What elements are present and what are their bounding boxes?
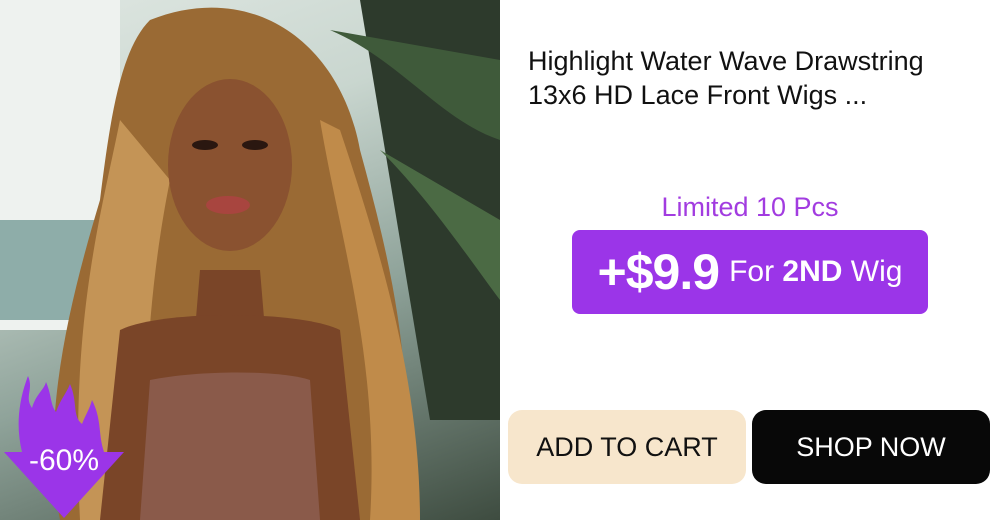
product-photo[interactable]: -60% xyxy=(0,0,500,520)
product-title-line-1: Highlight Water Wave Drawstring xyxy=(528,46,924,76)
discount-badge: -60% xyxy=(0,372,130,520)
shop-now-button[interactable]: SHOP NOW xyxy=(752,410,990,484)
promo-for-text: For xyxy=(729,255,775,288)
promo-price: +$9.9 xyxy=(597,244,721,300)
product-banner[interactable]: -60% Highlight Water Wave Drawstring 13x… xyxy=(0,0,1000,520)
add-to-cart-button[interactable]: ADD TO CART xyxy=(508,410,746,484)
product-title-line-2: 13x6 HD Lace Front Wigs ... xyxy=(528,80,868,110)
product-title[interactable]: Highlight Water Wave Drawstring 13x6 HD … xyxy=(528,44,978,112)
promo-2nd-text: 2ND xyxy=(782,255,843,288)
promo-description: For 2ND Wig xyxy=(729,255,902,289)
discount-badge-label: -60% xyxy=(28,444,100,477)
promo-price-badge: +$9.9 For 2ND Wig xyxy=(572,230,928,314)
promo-wig-text: Wig xyxy=(850,255,903,288)
limited-quantity-text: Limited 10 Pcs xyxy=(661,192,839,222)
